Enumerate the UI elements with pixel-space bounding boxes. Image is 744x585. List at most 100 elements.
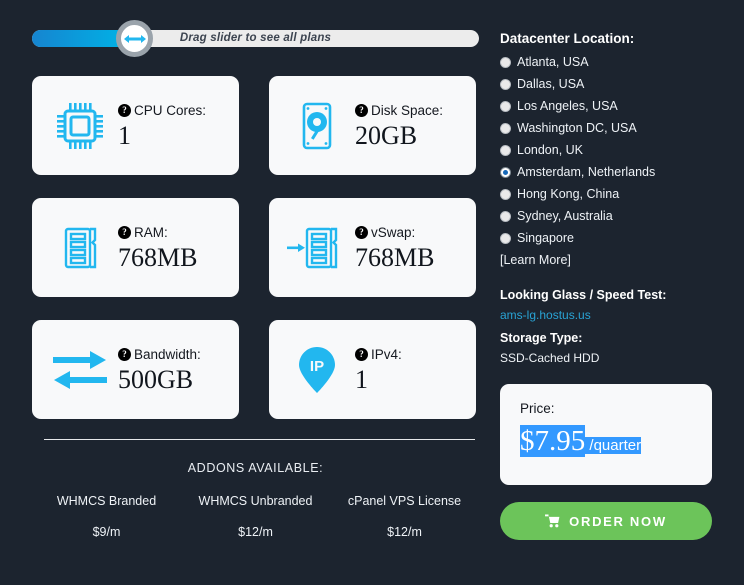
plan-specs-column: Drag slider to see all plans ? CPU Cores…: [0, 0, 492, 585]
spec-card-grid: ? CPU Cores: 1 ? Disk Space: 20GB ? RAM:…: [32, 76, 480, 419]
plan-slider[interactable]: Drag slider to see all plans: [32, 20, 479, 57]
datacenter-option-hong-kong[interactable]: Hong Kong, China: [500, 187, 712, 201]
storage-type-title: Storage Type:: [500, 331, 583, 345]
addon-name: cPanel VPS License: [347, 494, 462, 508]
spec-value-ipv4: 1: [355, 364, 368, 394]
spec-text-vswap: ? vSwap: 768MB: [353, 225, 468, 271]
datacenter-option-singapore[interactable]: Singapore: [500, 231, 712, 245]
help-icon[interactable]: ?: [355, 225, 368, 239]
spec-label-disk-space: ? Disk Space:: [355, 103, 468, 118]
datacenter-option-label: Washington DC, USA: [517, 121, 637, 135]
cpu-chip-icon: [44, 99, 116, 153]
help-icon[interactable]: ?: [355, 347, 368, 361]
slider-handle[interactable]: [116, 20, 153, 57]
price-box: Price: $7.95 /quarter: [500, 384, 712, 485]
vswap-arrow-ram-icon: [281, 221, 353, 275]
spec-value-bandwidth: 500GB: [118, 364, 194, 394]
datacenter-option-label: Singapore: [517, 231, 574, 245]
datacenter-option-label: Hong Kong, China: [517, 187, 620, 201]
spec-card-cpu-cores: ? CPU Cores: 1: [32, 76, 239, 175]
spec-label-ipv4: ? IPv4:: [355, 347, 468, 362]
radio-icon[interactable]: [500, 210, 511, 222]
datacenter-option-dallas[interactable]: Dallas, USA: [500, 77, 712, 91]
spec-text-ram: ? RAM: 768MB: [116, 225, 231, 271]
spec-card-disk-space: ? Disk Space: 20GB: [269, 76, 476, 175]
spec-value-ram: 768MB: [118, 242, 198, 272]
spec-value-vswap: 768MB: [355, 242, 435, 272]
radio-icon[interactable]: [500, 188, 511, 200]
price-amount: $7.95: [520, 425, 586, 457]
help-icon[interactable]: ?: [355, 103, 368, 117]
spec-label-text: CPU Cores:: [134, 102, 207, 118]
price-period: /quarter: [585, 437, 642, 454]
addon-name: WHMCS Unbranded: [198, 494, 313, 508]
radio-icon-selected[interactable]: [500, 166, 511, 178]
order-now-button[interactable]: ORDER NOW: [500, 502, 712, 540]
datacenter-option-sydney[interactable]: Sydney, Australia: [500, 209, 712, 223]
spec-card-ram: ? RAM: 768MB: [32, 198, 239, 297]
list-item: cPanel VPS License $12/m: [330, 494, 479, 539]
list-item: WHMCS Unbranded $12/m: [181, 494, 330, 539]
datacenter-option-label: Sydney, Australia: [517, 209, 613, 223]
ram-stick-icon: [44, 221, 116, 275]
datacenter-title: Datacenter Location:: [500, 31, 635, 46]
price-label: Price:: [520, 401, 555, 416]
slider-hint-label: Drag slider to see all plans: [179, 32, 332, 44]
left-right-arrow-icon: [123, 33, 146, 45]
datacenter-option-label: Atlanta, USA: [517, 55, 589, 69]
datacenter-option-label: London, UK: [517, 143, 584, 157]
spec-label-cpu-cores: ? CPU Cores:: [118, 103, 231, 118]
spec-label-vswap: ? vSwap:: [355, 225, 468, 240]
hard-drive-icon: [281, 99, 353, 153]
spec-card-vswap: ? vSwap: 768MB: [269, 198, 476, 297]
spec-card-ipv4: IP ? IPv4: 1: [269, 320, 476, 419]
datacenter-option-los-angeles[interactable]: Los Angeles, USA: [500, 99, 712, 113]
addons-title: ADDONS AVAILABLE:: [187, 461, 324, 475]
spec-text-disk-space: ? Disk Space: 20GB: [353, 103, 468, 149]
spec-label-text: Disk Space:: [371, 102, 444, 118]
spec-value-disk-space: 20GB: [355, 120, 418, 150]
datacenter-option-atlanta[interactable]: Atlanta, USA: [500, 55, 712, 69]
order-now-label: ORDER NOW: [569, 513, 667, 529]
datacenter-option-label: Dallas, USA: [517, 77, 585, 91]
spec-label-text: IPv4:: [371, 346, 402, 362]
radio-icon[interactable]: [500, 100, 511, 112]
spec-label-text: RAM:: [134, 224, 168, 240]
datacenter-option-label: Los Angeles, USA: [517, 99, 618, 113]
price-line: $7.95 /quarter: [520, 424, 642, 459]
order-options-column: Datacenter Location: Atlanta, USA Dallas…: [492, 0, 744, 585]
radio-icon[interactable]: [500, 122, 511, 134]
datacenter-option-london[interactable]: London, UK: [500, 143, 712, 157]
spec-text-bandwidth: ? Bandwidth: 500GB: [116, 347, 231, 393]
radio-icon[interactable]: [500, 144, 511, 156]
spec-value-cpu-cores: 1: [118, 120, 131, 150]
addon-price: $12/m: [387, 525, 422, 539]
datacenter-option-label: Amsterdam, Netherlands: [517, 165, 656, 179]
addon-name: WHMCS Branded: [56, 494, 157, 508]
list-item: WHMCS Branded $9/m: [32, 494, 181, 539]
help-icon[interactable]: ?: [118, 347, 131, 361]
spec-label-text: vSwap:: [371, 224, 416, 240]
addon-price: $12/m: [238, 525, 273, 539]
datacenter-option-washington-dc[interactable]: Washington DC, USA: [500, 121, 712, 135]
addons-list: WHMCS Branded $9/m WHMCS Unbranded $12/m…: [32, 494, 479, 539]
help-icon[interactable]: ?: [118, 103, 131, 117]
datacenter-option-amsterdam[interactable]: Amsterdam, Netherlands: [500, 165, 712, 179]
spec-card-bandwidth: ? Bandwidth: 500GB: [32, 320, 239, 419]
radio-icon[interactable]: [500, 78, 511, 90]
bandwidth-arrows-icon: [44, 347, 116, 393]
spec-label-bandwidth: ? Bandwidth:: [118, 347, 231, 362]
looking-glass-link[interactable]: ams-lg.hostus.us: [500, 308, 712, 322]
radio-icon[interactable]: [500, 232, 511, 244]
svg-text:IP: IP: [310, 358, 324, 375]
addon-price: $9/m: [92, 525, 121, 539]
spec-label-text: Bandwidth:: [134, 346, 201, 362]
help-icon[interactable]: ?: [118, 225, 131, 239]
storage-type-value: SSD-Cached HDD: [500, 351, 600, 365]
learn-more-link[interactable]: [Learn More]: [500, 253, 712, 267]
ip-map-pin-icon: IP: [281, 343, 353, 397]
shopping-cart-icon: [545, 514, 560, 528]
radio-icon[interactable]: [500, 56, 511, 68]
spec-text-cpu-cores: ? CPU Cores: 1: [116, 103, 231, 149]
addons-divider: [44, 439, 475, 440]
